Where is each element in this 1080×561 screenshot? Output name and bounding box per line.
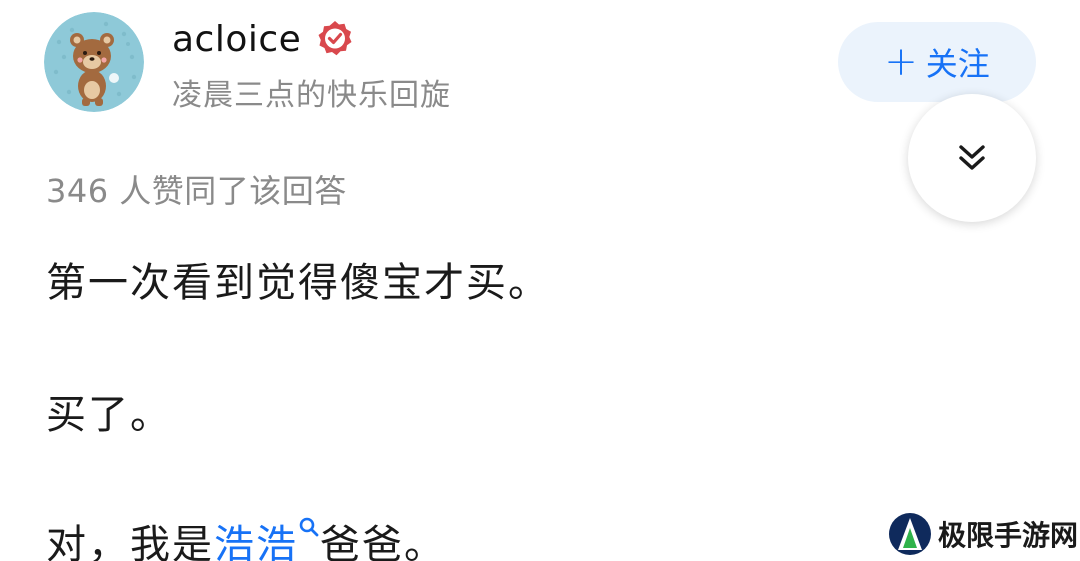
search-keyword-link[interactable]: 浩浩	[214, 522, 298, 561]
follow-button-label: 关注	[925, 45, 990, 83]
answer-paragraph: 对，我是浩浩 爸爸。	[46, 512, 446, 561]
answer-paragraph: 第一次看到觉得傻宝才买。	[46, 260, 550, 306]
bear-avatar-icon	[44, 12, 144, 112]
verified-badge-icon	[318, 21, 352, 56]
search-icon[interactable]	[298, 516, 320, 540]
watermark: 极限手游网	[888, 510, 1078, 558]
watermark-logo-icon	[889, 513, 931, 555]
answer-paragraph: 买了。	[46, 392, 172, 438]
answer-text: 爸爸。	[320, 522, 446, 561]
follow-button[interactable]: + 关注	[838, 22, 1036, 102]
answer-page: acloice 凌晨三点的快乐回旋 + 关注 346 人赞同了该回答 第一次看到…	[0, 0, 1080, 561]
double-chevron-down-icon	[959, 145, 985, 170]
author-name-row: acloice	[172, 14, 355, 64]
author-bio: 凌晨三点的快乐回旋	[172, 78, 451, 113]
author-name[interactable]: acloice	[172, 19, 301, 60]
watermark-text: 极限手游网	[938, 519, 1079, 552]
plus-icon: +	[884, 39, 918, 85]
vote-count: 346 人赞同了该回答	[46, 172, 347, 210]
author-avatar[interactable]	[44, 12, 144, 112]
answer-text: 对，我是	[46, 522, 214, 561]
collapse-button[interactable]	[908, 94, 1036, 222]
